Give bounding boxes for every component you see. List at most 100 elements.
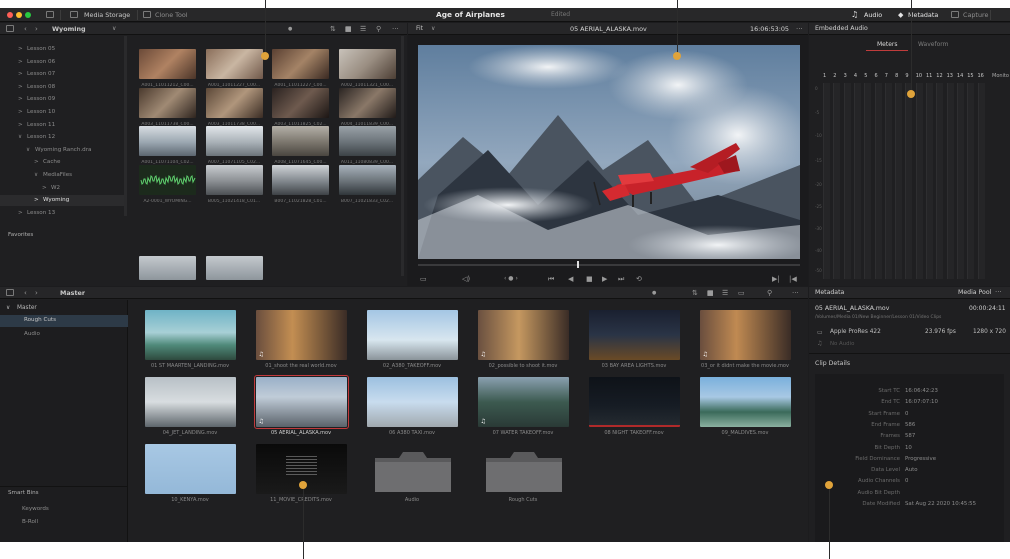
storage-clip-thumbnail[interactable] bbox=[139, 256, 196, 280]
tree-item[interactable]: ∨ Wyoming Ranch.dra bbox=[0, 145, 125, 156]
smart-bin-b-roll[interactable]: B-Roll bbox=[22, 519, 38, 525]
zoom-chevron-icon[interactable]: ∨ bbox=[431, 25, 435, 33]
tree-chevron-icon[interactable]: > bbox=[18, 82, 23, 93]
clip-detail-value[interactable]: 0 bbox=[905, 476, 908, 486]
pool-thumbnail-view-icon[interactable]: ▦ bbox=[707, 289, 714, 297]
capture-button[interactable]: Capture bbox=[963, 11, 988, 19]
bin-folder-icon[interactable] bbox=[485, 450, 562, 492]
pool-clip-thumbnail[interactable] bbox=[699, 377, 791, 427]
tree-item[interactable]: > W2 bbox=[0, 183, 125, 194]
back-icon[interactable]: ‹ bbox=[24, 25, 27, 33]
tree-chevron-icon[interactable]: > bbox=[18, 57, 23, 68]
storage-clip-thumbnail[interactable] bbox=[338, 164, 396, 195]
viewer-frame[interactable] bbox=[418, 45, 800, 259]
master-bin[interactable]: Master bbox=[17, 305, 37, 311]
tree-chevron-icon[interactable]: ∨ bbox=[18, 132, 22, 143]
bin-rough-cuts[interactable]: Rough Cuts bbox=[24, 317, 56, 323]
pool-metadata-view-icon[interactable]: ▭ bbox=[738, 289, 745, 297]
close-window-button[interactable] bbox=[7, 12, 13, 18]
storage-clip-thumbnail[interactable] bbox=[338, 126, 396, 156]
pool-more-icon[interactable]: ··· bbox=[792, 289, 799, 297]
storage-clip-thumbnail[interactable] bbox=[139, 49, 196, 79]
mark-out-icon[interactable]: |◀ bbox=[789, 275, 797, 283]
pool-clip-thumbnail[interactable] bbox=[144, 377, 236, 427]
pool-clip-thumbnail[interactable]: ♫ bbox=[699, 310, 791, 360]
storage-clip-thumbnail[interactable] bbox=[139, 164, 196, 195]
metadata-button[interactable]: Metadata bbox=[908, 11, 938, 19]
master-bin-chevron[interactable]: ∨ bbox=[6, 305, 10, 311]
thumb-size-slider[interactable]: ● bbox=[288, 25, 292, 33]
clip-detail-value[interactable]: 0 bbox=[905, 409, 908, 419]
tree-item[interactable]: > Lesson 13 bbox=[0, 208, 125, 219]
clone-tool-icon[interactable] bbox=[143, 11, 151, 18]
metadata-more-icon[interactable]: ··· bbox=[995, 288, 1002, 296]
tree-item[interactable]: > Lesson 07 bbox=[0, 69, 125, 80]
tree-item[interactable]: ∨ MediaFiles bbox=[0, 170, 125, 181]
bin-list-toggle-icon[interactable] bbox=[6, 289, 14, 296]
pool-clip-thumbnail[interactable]: ♫ bbox=[477, 377, 569, 427]
storage-clip-thumbnail[interactable] bbox=[272, 49, 329, 79]
stop-icon[interactable]: ■ bbox=[586, 275, 593, 283]
tree-chevron-icon[interactable]: > bbox=[18, 69, 23, 80]
go-to-end-icon[interactable]: ⏭ bbox=[618, 275, 624, 283]
clip-detail-value[interactable]: 586 bbox=[905, 420, 915, 430]
pool-back-icon[interactable]: ‹ bbox=[24, 289, 27, 297]
clip-detail-value[interactable]: Auto bbox=[905, 465, 918, 475]
tree-item[interactable]: > Lesson 10 bbox=[0, 107, 125, 118]
pool-sort-icon[interactable]: ⇅ bbox=[692, 289, 698, 297]
thumbnail-view-icon[interactable]: ▦ bbox=[345, 25, 352, 33]
pool-clip-thumbnail[interactable]: ♫ bbox=[477, 310, 569, 360]
tree-item[interactable]: > Lesson 11 bbox=[0, 120, 125, 131]
tree-chevron-icon[interactable]: > bbox=[34, 195, 39, 206]
storage-clip-thumbnail[interactable] bbox=[205, 164, 263, 195]
clip-detail-value[interactable]: 587 bbox=[905, 431, 915, 441]
pool-clip-thumbnail[interactable]: ♫ bbox=[255, 310, 347, 360]
storage-clip-thumbnail[interactable] bbox=[139, 87, 196, 118]
clone-tool-button[interactable]: Clone Tool bbox=[155, 11, 188, 19]
viewer-mode-icon[interactable]: ▭ bbox=[420, 275, 427, 283]
volume-icon[interactable]: ◁) bbox=[462, 275, 470, 283]
tree-chevron-icon[interactable]: > bbox=[18, 208, 23, 219]
storage-clip-thumbnail[interactable] bbox=[205, 256, 263, 280]
capture-icon[interactable] bbox=[951, 11, 959, 18]
storage-scrollbar[interactable] bbox=[401, 36, 404, 276]
pool-list-view-icon[interactable]: ☰ bbox=[722, 289, 728, 297]
tree-item[interactable]: > Wyoming bbox=[0, 195, 125, 207]
storage-clip-thumbnail[interactable] bbox=[338, 87, 396, 118]
play-icon[interactable]: ▶ bbox=[602, 275, 607, 283]
tree-item[interactable]: ∨ Lesson 12 bbox=[0, 132, 125, 143]
tree-scrollbar[interactable] bbox=[124, 36, 127, 216]
playhead[interactable] bbox=[577, 261, 579, 268]
loop-icon[interactable]: ⟲ bbox=[636, 275, 642, 283]
pool-clip-thumbnail[interactable] bbox=[144, 444, 236, 494]
tree-item[interactable]: > Lesson 09 bbox=[0, 94, 125, 105]
pool-clip-thumbnail[interactable] bbox=[366, 310, 458, 360]
pool-thumb-slider[interactable]: ● bbox=[652, 289, 656, 297]
tree-chevron-icon[interactable]: > bbox=[18, 107, 23, 118]
bin-audio[interactable]: Audio bbox=[24, 331, 40, 337]
tree-item[interactable]: > Lesson 05 bbox=[0, 44, 125, 55]
pool-clip-thumbnail[interactable] bbox=[588, 377, 680, 427]
jog-wheel-icon[interactable]: ‹ ● › bbox=[504, 275, 518, 283]
pool-clip-thumbnail[interactable]: ♫ bbox=[253, 375, 349, 429]
zoom-window-button[interactable] bbox=[25, 12, 31, 18]
search-icon[interactable]: ⚲ bbox=[376, 25, 381, 33]
tree-item[interactable]: > Lesson 06 bbox=[0, 57, 125, 68]
storage-clip-thumbnail[interactable] bbox=[272, 164, 329, 195]
play-reverse-icon[interactable]: ◀ bbox=[568, 275, 573, 283]
audio-note-icon[interactable]: ♫ bbox=[851, 11, 858, 19]
storage-clip-thumbnail[interactable] bbox=[205, 49, 263, 79]
tree-chevron-icon[interactable]: > bbox=[18, 44, 23, 55]
clip-detail-value[interactable]: 10 bbox=[905, 443, 912, 453]
viewer-more-icon[interactable]: ··· bbox=[796, 25, 803, 33]
media-storage-button[interactable]: Media Storage bbox=[84, 11, 130, 19]
tree-chevron-icon[interactable]: > bbox=[42, 183, 47, 194]
panel-toggle-icon[interactable] bbox=[46, 11, 54, 18]
storage-clip-thumbnail[interactable] bbox=[205, 126, 263, 156]
mark-in-icon[interactable]: ▶| bbox=[772, 275, 780, 283]
clip-detail-value[interactable]: Progressive bbox=[905, 454, 936, 464]
metadata-tag-icon[interactable]: ◆ bbox=[898, 11, 903, 19]
tree-chevron-icon[interactable]: ∨ bbox=[34, 170, 38, 181]
list-view-icon[interactable]: ☰ bbox=[360, 25, 366, 33]
media-storage-icon[interactable] bbox=[70, 11, 78, 18]
